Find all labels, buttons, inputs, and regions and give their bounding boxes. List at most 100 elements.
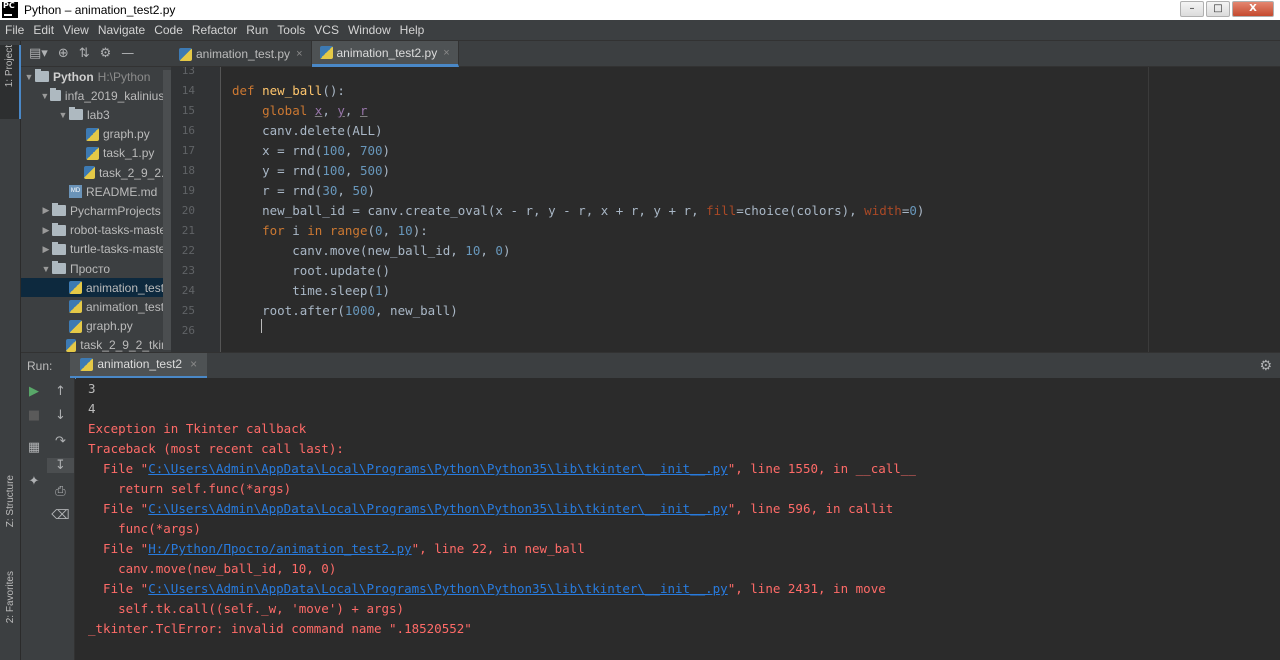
code-line: new_ball_id = canv.create_oval(x - r, y … — [232, 203, 925, 218]
menu-item-refactor[interactable]: Refactor — [192, 23, 237, 37]
close-window-button[interactable]: X — [1232, 1, 1274, 17]
tree-item-label: animation_test2 — [86, 299, 171, 314]
menu-item-edit[interactable]: Edit — [33, 23, 54, 37]
console-error-line: Exception in Tkinter callback — [88, 421, 307, 436]
menu-item-help[interactable]: Help — [400, 23, 425, 37]
structure-tool-tab[interactable]: Z: Structure — [0, 475, 21, 555]
rerun-icon[interactable]: ▶ — [21, 384, 47, 399]
hide-icon[interactable]: — — [121, 46, 134, 61]
menu-item-navigate[interactable]: Navigate — [98, 23, 145, 37]
tree-file[interactable]: task_2_9_2_tkint — [21, 336, 171, 352]
soft-wrap-icon[interactable]: ↷ — [47, 434, 74, 449]
left-tool-strip: 1: Project Z: Structure 2: Favorites — [0, 41, 21, 660]
close-tab-icon[interactable]: × — [296, 48, 302, 60]
tree-folder[interactable]: ▼ lab3 — [21, 105, 171, 124]
menu-item-window[interactable]: Window — [348, 23, 391, 37]
line-number: 15 — [181, 104, 195, 117]
trash-icon[interactable]: ⌫ — [47, 508, 74, 523]
favorites-tool-tab[interactable]: 2: Favorites — [0, 571, 21, 656]
line-number: 22 — [181, 244, 195, 257]
menu-item-run[interactable]: Run — [246, 23, 268, 37]
tree-folder[interactable]: ▶ PycharmProjects — [21, 201, 171, 220]
python-file-icon — [69, 281, 82, 295]
stop-icon[interactable]: ■ — [21, 408, 47, 423]
expand-arrow-icon[interactable]: ▶ — [40, 205, 52, 216]
minimize-button[interactable]: – — [1180, 1, 1204, 17]
expand-arrow-icon[interactable]: ▼ — [57, 110, 69, 120]
project-tool-tab[interactable]: 1: Project — [0, 45, 21, 119]
tree-item-label: graph.py — [86, 319, 133, 334]
tree-file[interactable]: graph.py — [21, 317, 171, 336]
editor-tab-label: animation_test.py — [196, 47, 291, 61]
scroll-down-icon[interactable]: ↓ — [47, 408, 74, 423]
tree-file[interactable]: task_1.py — [21, 144, 171, 163]
code-line: for i in range(0, 10): — [262, 223, 428, 238]
tree-folder[interactable]: ▼ Просто — [21, 259, 171, 278]
locate-icon[interactable]: ⊕ — [58, 46, 69, 61]
collapse-icon[interactable]: ⇅ — [79, 46, 90, 61]
print-icon[interactable]: ⎙ — [47, 484, 74, 499]
python-file-icon — [179, 47, 192, 61]
menu-bar: File Edit View Navigate Code Refactor Run Tools… — [0, 20, 1280, 41]
line-number: 18 — [181, 164, 195, 177]
gear-icon[interactable]: ⚙ — [100, 46, 112, 61]
python-file-icon — [86, 146, 99, 160]
folder-icon — [52, 261, 66, 274]
close-run-tab-icon[interactable]: × — [190, 357, 197, 371]
run-tools-left: ▶ ■ ▦ ✦ — [21, 378, 47, 660]
tree-file[interactable]: animation_test. — [21, 278, 171, 298]
line-number: 17 — [181, 144, 195, 157]
project-scrollbar[interactable] — [163, 70, 171, 350]
expand-arrow-icon[interactable]: ▼ — [23, 72, 35, 82]
project-view-icon[interactable]: ▤▾ — [29, 46, 48, 61]
code-line: time.sleep(1) — [232, 283, 391, 298]
expand-arrow-icon[interactable]: ▼ — [40, 264, 52, 274]
expand-arrow-icon[interactable]: ▶ — [40, 244, 52, 255]
editor-tab[interactable]: animation_test.py × — [171, 41, 312, 67]
menu-item-view[interactable]: View — [63, 23, 89, 37]
menu-item-tools[interactable]: Tools — [277, 23, 305, 37]
menu-item-file[interactable]: File — [5, 23, 24, 37]
code-line: x = rnd(100, 700) — [232, 143, 391, 158]
code-editor[interactable]: 13 14 def new_ball(): 15 global x, y, r 16 c… — [171, 67, 1280, 352]
tree-folder[interactable]: ▶ turtle-tasks-master — [21, 240, 171, 259]
line-number: 13 — [181, 67, 195, 77]
menu-item-vcs[interactable]: VCS — [314, 23, 339, 37]
tree-item-label: graph.py — [103, 127, 150, 142]
expand-arrow-icon[interactable]: ▼ — [40, 91, 50, 101]
traceback-file-link[interactable]: C:\Users\Admin\AppData\Local\Programs\Py… — [148, 501, 727, 516]
traceback-file-link[interactable]: C:\Users\Admin\AppData\Local\Programs\Py… — [148, 581, 727, 596]
traceback-file-link[interactable]: C:\Users\Admin\AppData\Local\Programs\Py… — [148, 461, 727, 476]
scroll-up-icon[interactable]: ↑ — [47, 384, 74, 399]
python-file-icon — [319, 46, 333, 59]
line-number: 20 — [181, 204, 195, 217]
tree-folder[interactable]: ▼ infa_2019_kaliniush — [21, 86, 171, 105]
code-line: global x, y, r — [262, 103, 368, 118]
close-tab-icon[interactable]: × — [443, 47, 449, 59]
layout-icon[interactable]: ▦ — [21, 440, 47, 455]
console-error-line: Traceback (most recent call last): — [88, 441, 344, 456]
tree-folder[interactable]: ▶ robot-tasks-master — [21, 221, 171, 240]
code-line: y = rnd(100, 500) — [232, 163, 391, 178]
line-number: 16 — [181, 124, 195, 137]
run-settings-gear-icon[interactable]: ⚙ — [1259, 358, 1272, 374]
editor-tab[interactable]: animation_test2.py × — [311, 41, 459, 67]
tree-item-label: task_2_9_2_tkint — [80, 338, 171, 352]
text-caret — [261, 319, 262, 333]
run-tab[interactable]: animation_test2 × — [70, 352, 208, 379]
scroll-to-end-icon[interactable]: ↧ — [47, 458, 74, 473]
code-line: root.update() — [232, 263, 391, 278]
console-error-line: return self.func(*args) — [88, 481, 292, 496]
tree-folder[interactable]: ▼ Python H:\Python — [21, 67, 171, 86]
maximize-button[interactable]: □ — [1206, 1, 1230, 17]
folder-icon — [52, 241, 66, 255]
pin-icon[interactable]: ✦ — [21, 474, 47, 489]
traceback-file-link[interactable]: H:/Python/Просто/animation_test2.py — [148, 541, 411, 556]
expand-arrow-icon[interactable]: ▶ — [40, 225, 52, 236]
tree-file[interactable]: MD README.md — [21, 182, 171, 201]
tree-file[interactable]: animation_test2 — [21, 297, 171, 316]
tree-file[interactable]: task_2_9_2.p — [21, 163, 171, 182]
tree-file[interactable]: graph.py — [21, 125, 171, 144]
run-console[interactable]: 3 4 Exception in Tkinter callback Traceback… — [76, 378, 1280, 660]
menu-item-code[interactable]: Code — [154, 23, 183, 37]
